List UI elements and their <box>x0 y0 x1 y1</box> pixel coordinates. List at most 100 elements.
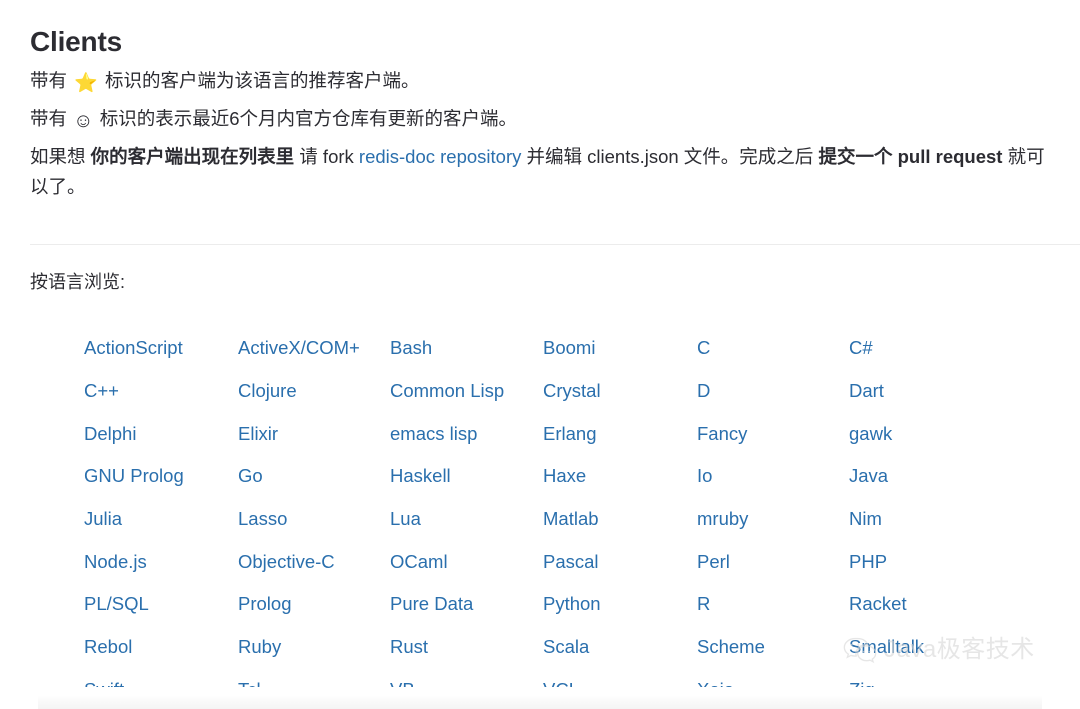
language-cell: emacs lisp <box>390 412 543 455</box>
language-link[interactable]: Scheme <box>697 636 765 658</box>
language-link[interactable]: Pascal <box>543 551 599 573</box>
language-cell: Erlang <box>543 412 697 455</box>
star-icon: ⭐ <box>74 73 98 94</box>
language-link[interactable]: OCaml <box>390 551 448 573</box>
language-link[interactable]: Java <box>849 465 888 487</box>
intro-line-star: 带有 ⭐ 标识的客户端为该语言的推荐客户端。 <box>30 66 1050 96</box>
language-link[interactable]: Fancy <box>697 423 747 445</box>
language-link[interactable]: Io <box>697 465 712 487</box>
language-cell: C# <box>849 327 1009 370</box>
language-link[interactable]: Racket <box>849 593 907 615</box>
language-cell: D <box>697 370 849 413</box>
language-link[interactable]: Julia <box>84 508 122 530</box>
language-link[interactable]: Bash <box>390 337 432 359</box>
clients-page: Clients 带有 ⭐ 标识的客户端为该语言的推荐客户端。 带有 ☺ 标识的表… <box>0 0 1080 709</box>
language-cell: Bash <box>390 327 543 370</box>
language-link[interactable]: Rebol <box>84 636 132 658</box>
language-cell: Delphi <box>84 412 238 455</box>
language-link[interactable]: Common Lisp <box>390 380 504 402</box>
language-link[interactable]: Lasso <box>238 508 287 530</box>
language-link[interactable]: GNU Prolog <box>84 465 184 487</box>
language-link[interactable]: Pure Data <box>390 593 473 615</box>
language-link[interactable]: C++ <box>84 380 119 402</box>
language-cell: Matlab <box>543 498 697 541</box>
language-cell: Io <box>697 455 849 498</box>
language-link[interactable]: Boomi <box>543 337 595 359</box>
language-link[interactable]: Perl <box>697 551 730 573</box>
intro-line1-before: 带有 <box>30 70 68 91</box>
language-link[interactable]: Objective-C <box>238 551 335 573</box>
language-cell: Go <box>238 455 390 498</box>
language-link[interactable]: Matlab <box>543 508 599 530</box>
language-link[interactable]: ActiveX/COM+ <box>238 337 360 359</box>
intro-line1-after: 标识的客户端为该语言的推荐客户端。 <box>104 70 420 91</box>
language-link[interactable]: Ruby <box>238 636 281 658</box>
intro-line3-seg4: 并编辑 clients.json 文件。完成之后 <box>521 145 819 167</box>
language-link[interactable]: Elixir <box>238 423 278 445</box>
language-cell: Scala <box>543 626 697 669</box>
language-link[interactable]: emacs lisp <box>390 423 477 445</box>
language-cell: gawk <box>849 412 1009 455</box>
language-cell: R <box>697 583 849 626</box>
language-cell: Rust <box>390 626 543 669</box>
language-link[interactable]: Prolog <box>238 593 291 615</box>
language-cell: Haxe <box>543 455 697 498</box>
language-link[interactable]: Haxe <box>543 465 586 487</box>
language-cell: Lua <box>390 498 543 541</box>
redis-doc-repository-link[interactable]: redis-doc repository <box>359 146 521 167</box>
language-link[interactable]: mruby <box>697 508 748 530</box>
language-link[interactable]: Scala <box>543 636 589 658</box>
language-cell: Common Lisp <box>390 370 543 413</box>
language-link[interactable]: Erlang <box>543 423 596 445</box>
page-bottom-edge <box>0 687 1080 709</box>
language-cell: Nim <box>849 498 1009 541</box>
intro-line-smile: 带有 ☺ 标识的表示最近6个月内官方仓库有更新的客户端。 <box>30 104 1050 134</box>
language-cell: ActionScript <box>84 327 238 370</box>
language-link[interactable]: Nim <box>849 508 882 530</box>
language-link[interactable]: Go <box>238 465 263 487</box>
intro-line3-seg1: 如果想 <box>30 145 91 167</box>
language-cell: ActiveX/COM+ <box>238 327 390 370</box>
language-cell: Lasso <box>238 498 390 541</box>
language-cell: Pure Data <box>390 583 543 626</box>
language-link[interactable]: C# <box>849 337 873 359</box>
language-link[interactable]: PL/SQL <box>84 593 149 615</box>
section-divider <box>30 244 1080 245</box>
language-link[interactable]: Lua <box>390 508 421 530</box>
language-cell: GNU Prolog <box>84 455 238 498</box>
intro-line2-before: 带有 <box>30 107 68 129</box>
language-cell: Haskell <box>390 455 543 498</box>
language-link[interactable]: Dart <box>849 380 884 402</box>
language-link[interactable]: D <box>697 380 710 402</box>
page-title: Clients <box>30 25 122 57</box>
language-link[interactable]: Python <box>543 593 601 615</box>
language-cell: Node.js <box>84 540 238 583</box>
language-cell: Boomi <box>543 327 697 370</box>
language-link[interactable]: Crystal <box>543 380 601 402</box>
language-link[interactable]: Delphi <box>84 423 136 445</box>
intro-section: 带有 ⭐ 标识的客户端为该语言的推荐客户端。 带有 ☺ 标识的表示最近6个月内官… <box>30 66 1050 202</box>
language-link[interactable]: Rust <box>390 636 428 658</box>
language-cell: Elixir <box>238 412 390 455</box>
language-link[interactable]: R <box>697 593 710 615</box>
browse-by-language-label: 按语言浏览: <box>30 272 126 292</box>
intro-line2-after: 标识的表示最近6个月内官方仓库有更新的客户端。 <box>99 107 518 129</box>
language-link[interactable]: Node.js <box>84 551 147 573</box>
language-cell: Crystal <box>543 370 697 413</box>
language-cell: C++ <box>84 370 238 413</box>
language-cell: Prolog <box>238 583 390 626</box>
language-link[interactable]: Clojure <box>238 380 297 402</box>
language-link[interactable]: PHP <box>849 551 887 573</box>
language-link[interactable]: Haskell <box>390 465 451 487</box>
language-link[interactable]: ActionScript <box>84 337 183 359</box>
language-cell: Rebol <box>84 626 238 669</box>
language-link[interactable]: gawk <box>849 423 892 445</box>
language-link[interactable]: C <box>697 337 710 359</box>
language-link[interactable]: Smalltalk <box>849 636 924 658</box>
intro-line3-bold-2: 提交一个 pull request <box>818 145 1003 167</box>
language-cell: C <box>697 327 849 370</box>
intro-line3-bold-1: 你的客户端出现在列表里 <box>90 145 295 167</box>
intro-line-contribute: 如果想 你的客户端出现在列表里 请 fork redis-doc reposit… <box>30 142 1050 202</box>
language-grid: ActionScript ActiveX/COM+ Bash Boomi C C# C++ C… <box>84 327 1080 709</box>
language-cell: Smalltalk <box>849 626 1009 669</box>
